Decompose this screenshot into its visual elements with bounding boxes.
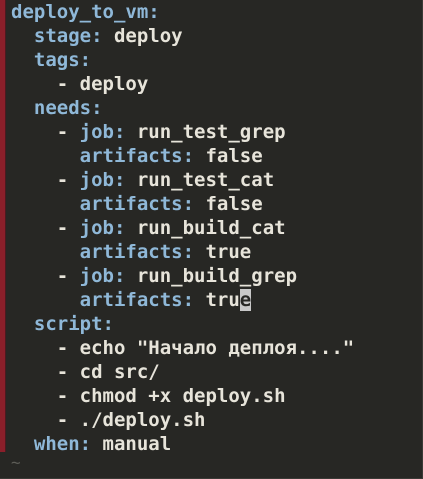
yaml-value: run_build_grep [125, 265, 298, 287]
list-dash: - [56, 265, 80, 287]
yaml-value: deploy [102, 25, 183, 47]
code-line[interactable]: artifacts: false [11, 192, 354, 216]
text-editor[interactable]: deploy_to_vm: stage: deploy tags: - depl… [0, 0, 423, 479]
yaml-key: when: [33, 433, 92, 455]
list-dash: - [56, 73, 80, 95]
yaml-value: false [194, 145, 263, 167]
list-dash: - [56, 409, 80, 431]
yaml-value: manual [91, 433, 172, 455]
list-dash: - [56, 361, 80, 383]
yaml-key: deploy_to_vm: [11, 1, 160, 23]
code-line[interactable]: - job: run_test_cat [11, 168, 354, 192]
code-line[interactable]: - chmod +x deploy.sh [11, 384, 354, 408]
yaml-key: artifacts: [79, 193, 195, 215]
git-gutter-modified-marker [0, 0, 6, 452]
list-dash: - [56, 217, 80, 239]
list-dash: - [56, 169, 80, 191]
yaml-key: job: [79, 265, 126, 287]
code-line[interactable]: - ./deploy.sh [11, 408, 354, 432]
yaml-value: run_test_cat [125, 169, 275, 191]
yaml-value: run_test_grep [125, 121, 286, 143]
code-line[interactable]: - job: run_test_grep [11, 120, 354, 144]
yaml-key: stage: [33, 25, 103, 47]
list-dash: - [56, 385, 80, 407]
yaml-key: artifacts: [79, 289, 195, 311]
code-line[interactable]: - job: run_build_cat [11, 216, 354, 240]
code-line[interactable]: script: [11, 312, 354, 336]
code-line[interactable]: artifacts: true [11, 240, 354, 264]
code-line[interactable]: stage: deploy [11, 24, 354, 48]
yaml-value: tru [194, 289, 240, 311]
yaml-value: ./deploy.sh [79, 409, 206, 431]
list-dash: - [56, 337, 80, 359]
yaml-value: chmod +x deploy.sh [79, 385, 286, 407]
code-line[interactable]: when: manual [11, 432, 354, 456]
yaml-value: false [194, 193, 263, 215]
code-line[interactable]: artifacts: true [11, 288, 354, 312]
yaml-value: run_build_cat [125, 217, 286, 239]
yaml-value: echo "Начало деплоя...." [79, 337, 355, 359]
code-area[interactable]: deploy_to_vm: stage: deploy tags: - depl… [11, 0, 354, 456]
code-line[interactable]: artifacts: false [11, 144, 354, 168]
code-line[interactable]: deploy_to_vm: [11, 0, 354, 24]
code-line[interactable]: - cd src/ [11, 360, 354, 384]
code-line[interactable]: needs: [11, 96, 354, 120]
yaml-key: job: [79, 217, 126, 239]
yaml-key: script: [33, 313, 114, 335]
yaml-key: artifacts: [79, 145, 195, 167]
yaml-key: job: [79, 169, 126, 191]
yaml-key: artifacts: [79, 241, 195, 263]
text-cursor: e [239, 289, 252, 311]
list-dash: - [56, 121, 80, 143]
code-line[interactable]: tags: [11, 48, 354, 72]
yaml-value: cd src/ [79, 361, 160, 383]
yaml-value: true [194, 241, 252, 263]
yaml-value: deploy [79, 73, 149, 95]
code-line[interactable]: - deploy [11, 72, 354, 96]
code-line[interactable]: - echo "Начало деплоя...." [11, 336, 354, 360]
yaml-key: needs: [33, 97, 103, 119]
yaml-key: tags: [33, 49, 92, 71]
yaml-key: job: [79, 121, 126, 143]
code-line[interactable]: - job: run_build_grep [11, 264, 354, 288]
empty-line-marker: ~ [11, 453, 21, 472]
